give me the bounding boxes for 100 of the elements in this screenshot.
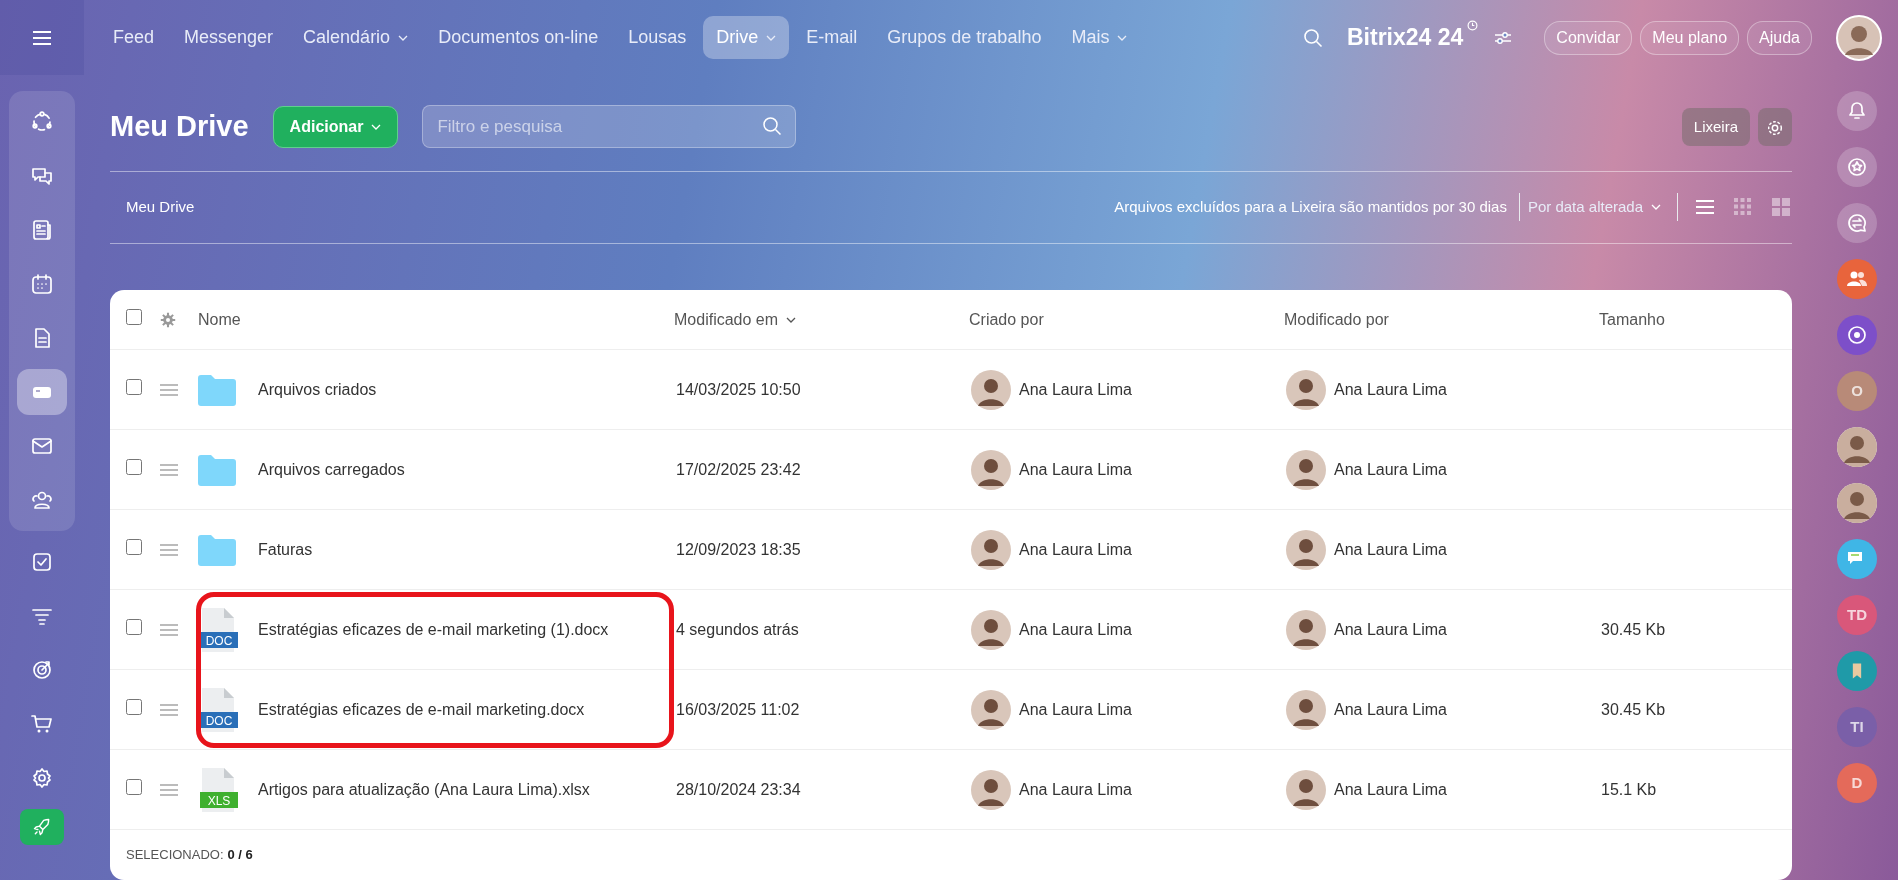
select-all-checkbox[interactable]	[126, 308, 142, 325]
nav-tab[interactable]: Messenger	[171, 16, 287, 59]
trash-button[interactable]: Lixeira	[1681, 107, 1750, 146]
user-avatar	[1286, 529, 1326, 570]
file-size: 30.45 Kb	[1601, 619, 1666, 640]
selected-label: SELECIONADO:	[126, 846, 224, 865]
calendar-icon	[30, 272, 54, 296]
user-name[interactable]: Ana Laura Lima	[1019, 457, 1132, 482]
row-checkbox[interactable]	[126, 378, 142, 395]
breadcrumb[interactable]: Meu Drive	[126, 196, 195, 219]
file-name[interactable]: Faturas	[258, 537, 313, 562]
search-icon[interactable]	[1302, 27, 1323, 48]
nav-tab[interactable]: Documentos on-line	[425, 16, 612, 59]
user-name[interactable]: Ana Laura Lima	[1334, 617, 1447, 642]
modified-date: 17/02/2025 23:42	[676, 460, 801, 478]
drag-handle-icon[interactable]	[160, 464, 178, 477]
user-name[interactable]: Ana Laura Lima	[1334, 457, 1447, 482]
user-name[interactable]: Ana Laura Lima	[1334, 537, 1447, 562]
user-avatar	[971, 769, 1011, 810]
user-avatar	[1286, 369, 1326, 410]
gear-icon	[1766, 118, 1784, 137]
bookmark-button[interactable]	[1837, 651, 1877, 691]
sliders-icon[interactable]	[1494, 30, 1513, 45]
caret-icon	[1651, 204, 1661, 211]
drag-handle-icon[interactable]	[160, 544, 178, 557]
file-name[interactable]: Artigos para atualização (Ana Laura Lima).xlsx	[258, 777, 590, 802]
ring-icon	[1845, 323, 1869, 347]
rocket-icon	[32, 817, 52, 837]
user-name[interactable]: Ana Laura Lima	[1334, 697, 1447, 722]
contact-initials[interactable]: TI	[1837, 707, 1877, 747]
launch-button[interactable]	[20, 809, 64, 845]
column-header[interactable]: Modificado por	[1284, 307, 1389, 332]
file-name[interactable]: Estratégias eficazes de e-mail marketing (1).docx	[258, 617, 609, 642]
selected-count: 0 / 6	[227, 846, 253, 865]
file-type-label: XLS	[207, 793, 231, 808]
folder-icon	[198, 533, 236, 566]
group-chat-button[interactable]	[1837, 259, 1877, 299]
drag-handle-icon[interactable]	[160, 704, 178, 717]
contact-avatar[interactable]	[1837, 483, 1877, 523]
column-header[interactable]: Nome	[198, 307, 241, 332]
file-size: 30.45 Kb	[1601, 699, 1666, 720]
sidebar-button[interactable]	[1837, 203, 1877, 243]
drag-handle-icon[interactable]	[160, 784, 178, 797]
copilot-button[interactable]	[1837, 315, 1877, 355]
user-avatar	[971, 609, 1011, 650]
user-name[interactable]: Ana Laura Lima	[1334, 377, 1447, 402]
user-avatar	[1286, 449, 1326, 490]
caret-icon	[786, 316, 797, 323]
user-avatar	[1286, 769, 1326, 810]
star-circle-icon	[1845, 155, 1869, 179]
column-header[interactable]: Tamanho	[1599, 307, 1665, 332]
settings-icon[interactable]	[160, 312, 176, 329]
user-name[interactable]: Ana Laura Lima	[1334, 777, 1447, 802]
user-avatar[interactable]	[1836, 14, 1882, 61]
chat-button[interactable]	[1837, 539, 1877, 579]
modified-date: 28/10/2024 23:34	[676, 780, 801, 798]
file-name[interactable]: Arquivos criados	[258, 377, 377, 402]
sidebar-item[interactable]	[17, 369, 67, 415]
menu-icon[interactable]	[32, 29, 52, 46]
activity-icon	[30, 110, 54, 134]
user-avatar	[971, 369, 1011, 410]
drag-handle-icon[interactable]	[160, 384, 178, 397]
sidebar-button[interactable]	[1837, 91, 1877, 131]
file-name[interactable]: Estratégias eficazes de e-mail marketing.docx	[258, 697, 585, 722]
search-icon	[762, 116, 783, 137]
user-name[interactable]: Ana Laura Lima	[1019, 377, 1132, 402]
page-title: Meu Drive	[110, 109, 249, 144]
file-name[interactable]: Arquivos carregados	[258, 457, 405, 482]
sidebar-button[interactable]	[1837, 147, 1877, 187]
user-avatar	[1286, 689, 1326, 730]
file-type-label: DOC	[205, 633, 233, 648]
user-avatar	[971, 689, 1011, 730]
user-name[interactable]: Ana Laura Lima	[1019, 617, 1132, 642]
column-header[interactable]: Criado por	[969, 307, 1044, 332]
target-icon	[30, 658, 54, 682]
row-checkbox[interactable]	[126, 618, 142, 635]
row-checkbox[interactable]	[126, 538, 142, 555]
nav-tab[interactable]: Calendário	[290, 16, 422, 59]
row-checkbox[interactable]	[126, 778, 142, 795]
task-check-icon	[30, 550, 54, 574]
drag-handle-icon[interactable]	[160, 624, 178, 637]
news-icon	[30, 218, 54, 242]
row-checkbox[interactable]	[126, 458, 142, 475]
trash-notice: Arquivos excluídos para a Lixeira são mantidos por 30 dias	[1114, 197, 1508, 217]
settings-button[interactable]	[1758, 107, 1792, 146]
modified-date: 14/03/2025 10:50	[676, 380, 801, 398]
file-type-label: DOC	[205, 713, 233, 728]
chat-arrows-icon	[1845, 211, 1869, 235]
user-name[interactable]: Ana Laura Lima	[1019, 697, 1132, 722]
tile-view-icon[interactable]	[1770, 197, 1792, 218]
row-checkbox[interactable]	[126, 698, 142, 715]
column-header[interactable]: Modificado em	[674, 307, 797, 332]
clock-icon	[1467, 20, 1479, 32]
user-avatar	[971, 529, 1011, 570]
nav-tab[interactable]: Feed	[100, 16, 168, 59]
grid-view-icon[interactable]	[1732, 197, 1754, 218]
user-name[interactable]: Ana Laura Lima	[1019, 777, 1132, 802]
contact-avatar[interactable]	[1837, 427, 1877, 467]
user-name[interactable]: Ana Laura Lima	[1019, 537, 1132, 562]
modified-date: 4 segundos atrás	[676, 620, 799, 638]
